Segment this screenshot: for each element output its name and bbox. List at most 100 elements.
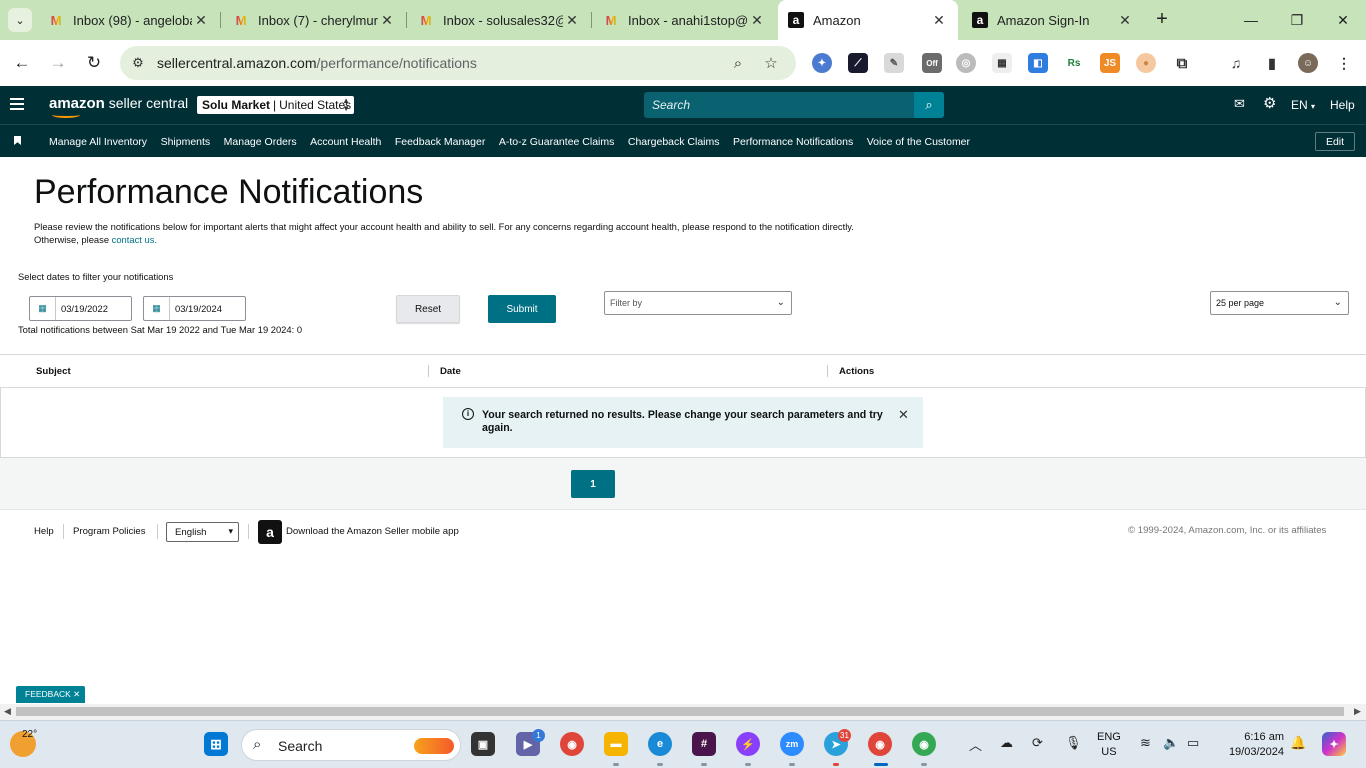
footer-language-select[interactable]: English ▾ <box>166 522 239 542</box>
close-icon[interactable]: ✕ <box>898 407 909 423</box>
back-button[interactable]: ← <box>10 51 34 75</box>
edit-nav-button[interactable]: Edit <box>1315 132 1355 151</box>
close-icon[interactable]: ✕ <box>563 12 581 29</box>
side-panel-icon[interactable]: ▮ <box>1262 53 1282 73</box>
volume-icon[interactable]: 🔈 <box>1163 735 1179 751</box>
column-date[interactable]: Date <box>440 366 461 377</box>
microphone-icon[interactable]: 🎙 <box>1065 735 1082 751</box>
scrollbar-thumb[interactable] <box>16 707 1344 716</box>
file-explorer-icon[interactable]: ▬ <box>604 732 628 756</box>
close-icon[interactable]: ✕ <box>192 12 210 29</box>
nav-account-health[interactable]: Account Health <box>310 136 381 148</box>
chrome-profile-icon[interactable]: ◉ <box>912 732 936 756</box>
program-policies-link[interactable]: Program Policies <box>73 526 146 537</box>
amazon-app-icon[interactable]: a <box>258 520 282 544</box>
copilot-icon[interactable]: ✦ <box>1322 732 1346 756</box>
nav-manage-orders[interactable]: Manage Orders <box>224 136 297 148</box>
url-text[interactable]: sellercentral.amazon.com/performance/not… <box>157 55 477 71</box>
nav-chargeback-claims[interactable]: Chargeback Claims <box>628 136 720 148</box>
extension-icon[interactable]: ● <box>1136 53 1156 73</box>
taskbar-search[interactable]: ⌕ Search <box>241 729 461 761</box>
messenger-icon[interactable]: ⚡ <box>736 732 760 756</box>
chrome-profile-icon[interactable]: ◉ <box>868 732 892 756</box>
browser-tab-1[interactable]: M Inbox (98) - angeloba ✕ <box>38 0 220 40</box>
close-icon[interactable]: ✕ <box>378 12 396 29</box>
help-link[interactable]: Help <box>1330 98 1355 112</box>
battery-icon[interactable]: ▭ <box>1187 735 1199 751</box>
media-control-icon[interactable]: ♫ <box>1226 53 1246 73</box>
close-window-button[interactable]: ✕ <box>1320 0 1366 40</box>
page-button-current[interactable]: 1 <box>571 470 615 498</box>
contact-us-link[interactable]: contact us. <box>112 234 157 245</box>
mail-icon[interactable]: ✉ <box>1234 96 1245 112</box>
end-date-value[interactable]: 03/19/2024 <box>170 303 222 314</box>
end-date-field[interactable]: ▦ 03/19/2024 <box>143 296 246 321</box>
browser-tab-3[interactable]: M Inbox - solusales32@ ✕ <box>408 0 591 40</box>
zoom-icon[interactable]: ⌕ <box>728 53 748 73</box>
reset-button[interactable]: Reset <box>396 295 460 323</box>
download-app-link[interactable]: Download the Amazon Seller mobile app <box>286 526 459 537</box>
nav-manage-inventory[interactable]: Manage All Inventory <box>49 136 147 148</box>
scroll-right-icon[interactable]: ▶ <box>1354 706 1361 717</box>
sync-icon[interactable]: ⟳ <box>1032 735 1043 751</box>
horizontal-scrollbar[interactable]: ◀ ▶ <box>0 704 1366 720</box>
reload-button[interactable]: ↻ <box>82 51 106 75</box>
close-icon[interactable]: ✕ <box>930 12 948 29</box>
per-page-select[interactable]: 25 per page ⌄ <box>1210 291 1349 315</box>
extension-off-icon[interactable]: Off <box>922 53 942 73</box>
address-bar[interactable]: ⚙ sellercentral.amazon.com/performance/n… <box>120 46 796 80</box>
slack-icon[interactable]: # <box>692 732 716 756</box>
nav-a-to-z-claims[interactable]: A-to-z Guarantee Claims <box>499 136 615 148</box>
nav-performance-notifications[interactable]: Performance Notifications <box>733 136 853 148</box>
windows-start-icon[interactable]: ⊞ <box>204 732 228 756</box>
browser-tab-active[interactable]: a Amazon ✕ <box>778 0 958 40</box>
nav-feedback-manager[interactable]: Feedback Manager <box>395 136 485 148</box>
extension-icon[interactable]: ✎ <box>884 53 904 73</box>
nav-shipments[interactable]: Shipments <box>161 136 211 148</box>
hamburger-menu-icon[interactable] <box>10 98 24 110</box>
language-menu[interactable]: EN ▾ <box>1291 98 1315 112</box>
extensions-puzzle-icon[interactable]: ⧉ <box>1172 53 1192 73</box>
calendar-icon[interactable]: ▦ <box>30 297 56 320</box>
browser-tab-4[interactable]: M Inbox - anahi1stop@ ✕ <box>593 0 776 40</box>
minimize-button[interactable]: — <box>1228 0 1274 40</box>
js-extension-icon[interactable]: JS <box>1100 53 1120 73</box>
scroll-left-icon[interactable]: ◀ <box>4 706 11 717</box>
globe-extension-icon[interactable]: ◎ <box>956 53 976 73</box>
wifi-icon[interactable]: ≋ <box>1140 735 1151 751</box>
notification-bell-icon[interactable]: 🔔 <box>1290 735 1306 751</box>
forward-button[interactable]: → <box>46 51 70 75</box>
search-input[interactable] <box>644 92 914 118</box>
start-date-field[interactable]: ▦ 03/19/2022 <box>29 296 132 321</box>
bookmark-star-icon[interactable]: ☆ <box>761 53 781 73</box>
calendar-icon[interactable]: ▦ <box>144 297 170 320</box>
restore-button[interactable]: ❐ <box>1274 0 1320 40</box>
edge-icon[interactable]: e <box>648 732 672 756</box>
extension-icon[interactable]: ⟋ <box>848 53 868 73</box>
submit-button[interactable]: Submit <box>488 295 556 323</box>
system-clock[interactable]: 6:16 am 19/03/2024 <box>1218 730 1284 760</box>
site-info-icon[interactable]: ⚙ <box>128 53 148 73</box>
cloud-sync-icon[interactable]: ☁ <box>1000 735 1013 751</box>
extension-icon[interactable]: ✦ <box>812 53 832 73</box>
feedback-tab[interactable]: FEEDBACK ✕ <box>16 686 85 703</box>
zoom-app-icon[interactable]: zm <box>780 732 804 756</box>
task-view-icon[interactable]: ▣ <box>471 732 495 756</box>
footer-help-link[interactable]: Help <box>34 526 54 537</box>
browser-tab-2[interactable]: M Inbox (7) - cherylmur ✕ <box>223 0 406 40</box>
settings-gear-icon[interactable]: ⚙ <box>1263 94 1276 112</box>
input-language[interactable]: ENG US <box>1097 730 1121 760</box>
nav-voice-of-customer[interactable]: Voice of the Customer <box>867 136 970 148</box>
marketplace-selector[interactable]: Solu Market | United States ▲ ▼ <box>197 96 354 114</box>
close-icon[interactable]: ✕ <box>748 12 766 29</box>
chrome-icon[interactable]: ◉ <box>560 732 584 756</box>
close-icon[interactable]: ✕ <box>1116 12 1134 29</box>
extension-icon[interactable]: ◧ <box>1028 53 1048 73</box>
column-subject[interactable]: Subject <box>36 366 71 377</box>
profile-avatar[interactable]: ☺ <box>1298 53 1318 73</box>
bookmark-icon[interactable] <box>14 136 21 145</box>
tab-search-button[interactable]: ⌄ <box>8 8 32 32</box>
browser-menu-icon[interactable]: ⋮ <box>1334 53 1354 73</box>
new-tab-button[interactable]: + <box>1150 8 1174 32</box>
qr-extension-icon[interactable]: ▦ <box>992 53 1012 73</box>
